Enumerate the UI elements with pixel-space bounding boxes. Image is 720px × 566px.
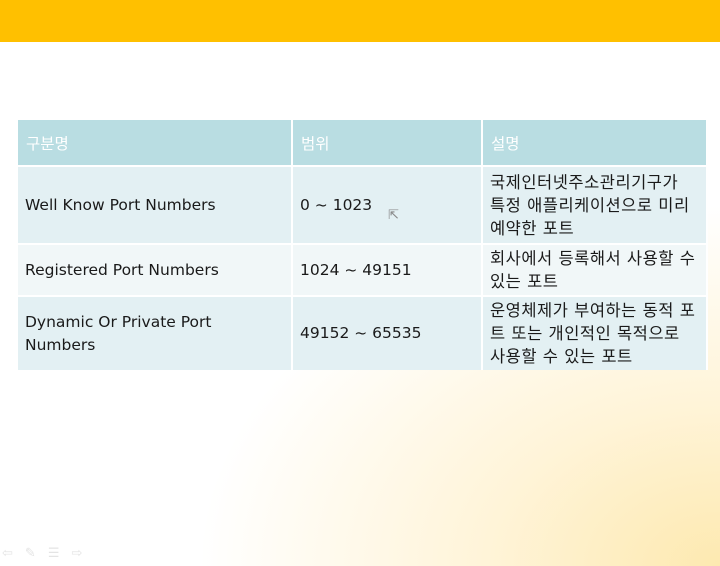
cell-range: 49152 ~ 65535: [292, 295, 483, 370]
port-ranges-table: 구분명 범위 설명 Well Know Port Numbers 0 ~ 102…: [18, 120, 708, 370]
title-bar-accent: [0, 0, 720, 42]
menu-icon[interactable]: ☰: [48, 546, 60, 561]
cell-name: Registered Port Numbers: [18, 243, 293, 296]
table-row: Registered Port Numbers 1024 ~ 49151 회사에…: [18, 243, 708, 296]
table-row: Well Know Port Numbers 0 ~ 1023 국제인터넷주소관…: [18, 165, 708, 244]
mouse-pointer-icon: ⇱: [388, 208, 399, 223]
cell-description: 운영체제가 부여하는 동적 포트 또는 개인적인 목적으로 사용할 수 있는 포…: [482, 295, 708, 370]
table-header-row: 구분명 범위 설명: [18, 120, 708, 166]
pen-icon[interactable]: ✎: [25, 546, 36, 561]
cell-range: 1024 ~ 49151: [292, 243, 483, 296]
cell-description: 회사에서 등록해서 사용할 수 있는 포트: [482, 243, 708, 296]
cell-name: Well Know Port Numbers: [18, 165, 293, 244]
forward-arrow-icon[interactable]: ⇨: [71, 546, 82, 561]
cell-name: Dynamic Or Private Port Numbers: [18, 295, 293, 370]
header-description: 설명: [482, 120, 708, 166]
cell-description: 국제인터넷주소관리기구가 특정 애플리케이션으로 미리 예약한 포트: [482, 165, 708, 244]
back-arrow-icon[interactable]: ⇦: [2, 546, 13, 561]
header-range: 범위: [292, 120, 483, 166]
header-name: 구분명: [18, 120, 293, 166]
cell-range: 0 ~ 1023: [292, 165, 483, 244]
slide-navigation: ⇦ ✎ ☰ ⇨: [2, 546, 82, 561]
table-row: Dynamic Or Private Port Numbers 49152 ~ …: [18, 295, 708, 370]
